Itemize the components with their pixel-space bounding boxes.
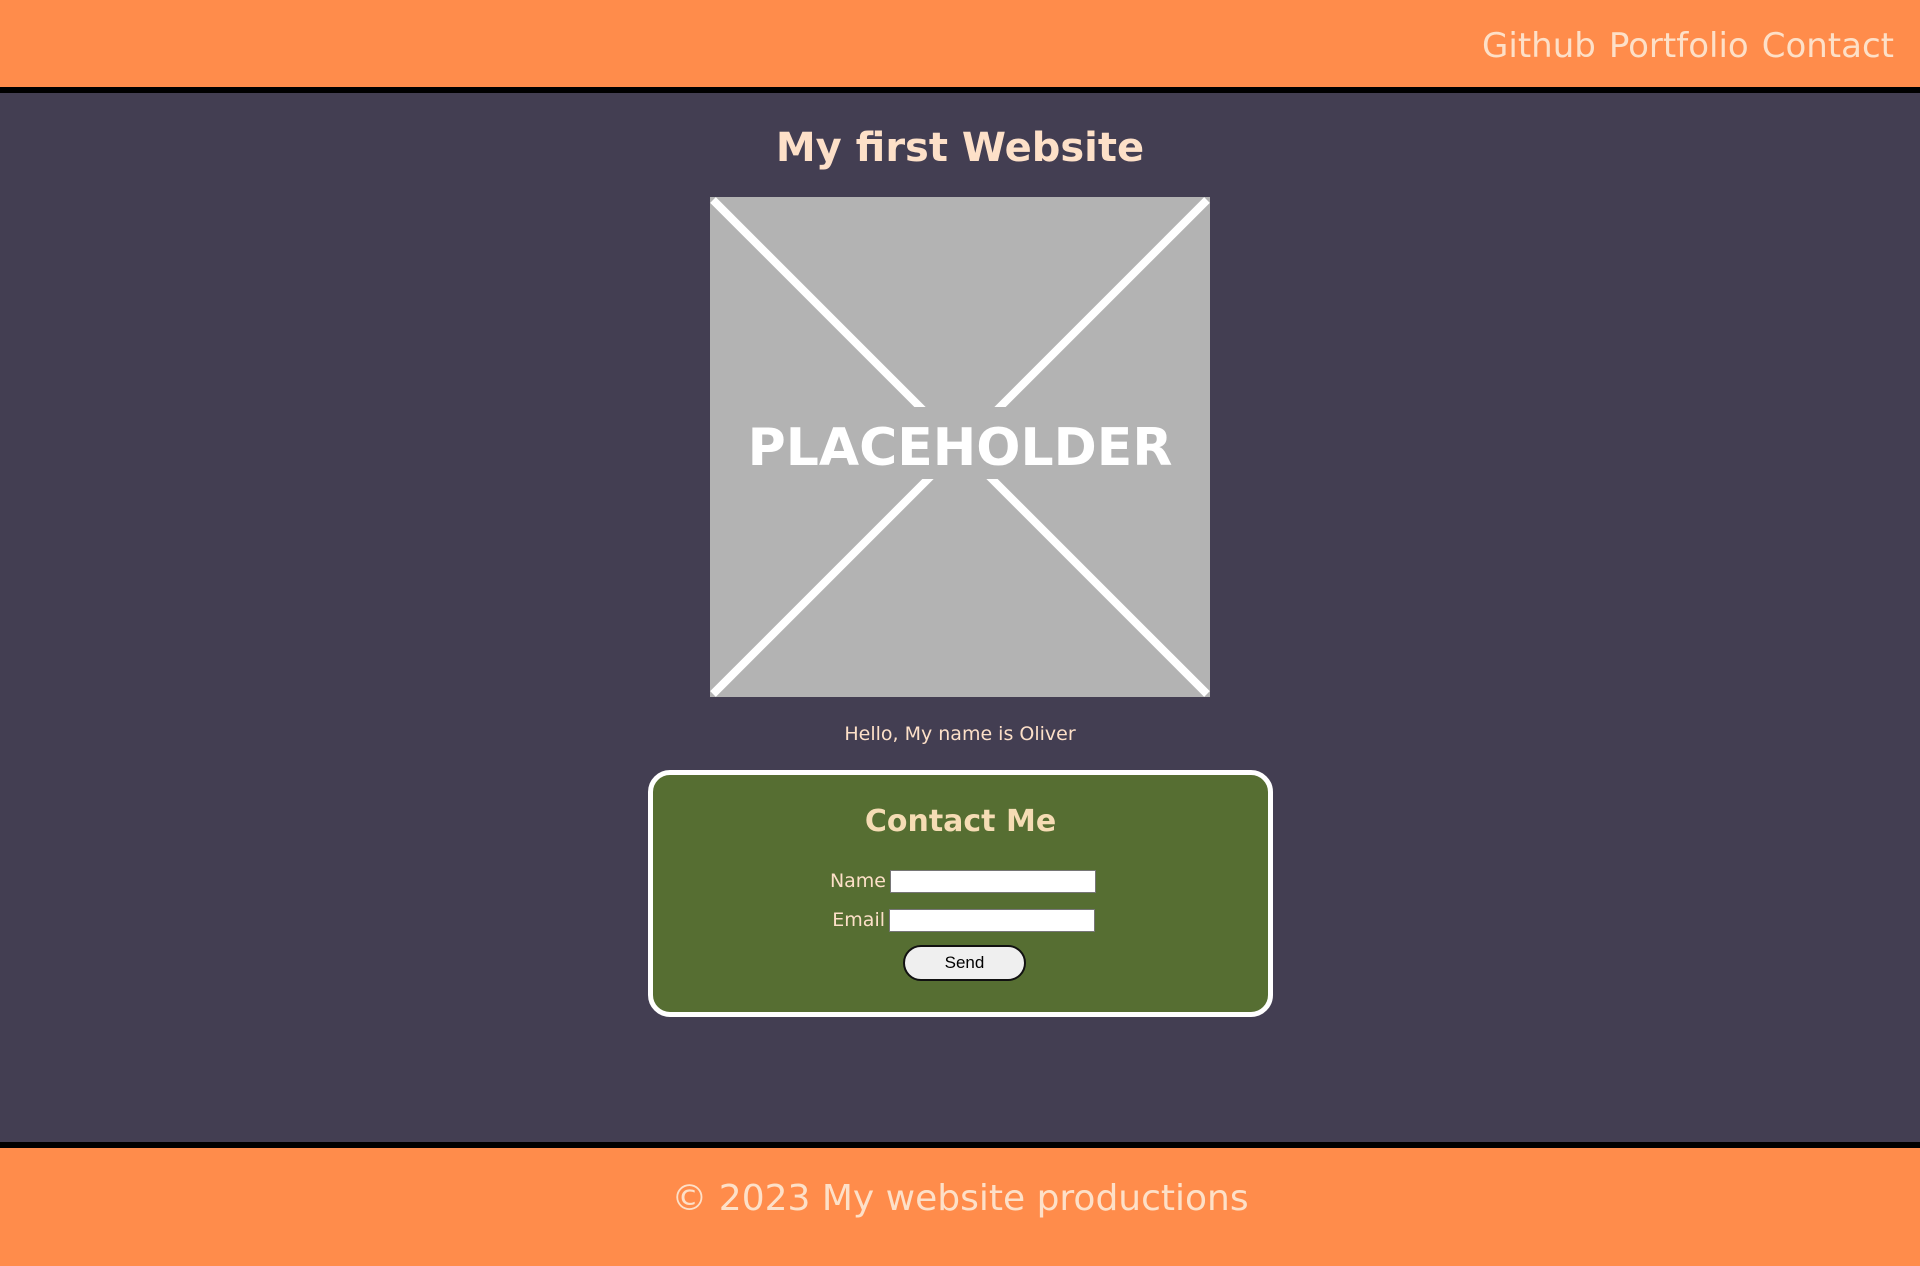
contact-title: Contact Me (864, 804, 1057, 839)
email-input[interactable] (889, 909, 1095, 932)
nav-link-contact[interactable]: Contact (1762, 22, 1894, 70)
copyright-text: © 2023 My website productions (671, 1178, 1249, 1219)
placeholder-image: PLACEHOLDER (710, 197, 1210, 697)
top-nav: Github Portfolio Contact (1482, 22, 1894, 70)
name-label: Name (829, 870, 886, 892)
contact-card: Contact Me Name Email Send (648, 770, 1273, 1017)
name-field-row: Name (653, 868, 1268, 894)
intro-text: Hello, My name is Oliver (844, 723, 1076, 745)
site-footer: © 2023 My website productions (0, 1142, 1920, 1266)
placeholder-label: PLACEHOLDER (748, 418, 1173, 478)
nav-link-portfolio[interactable]: Portfolio (1609, 22, 1749, 70)
site-header: Github Portfolio Contact (0, 0, 1920, 93)
email-field-row: Email (653, 907, 1268, 933)
email-label: Email (832, 909, 885, 931)
send-button[interactable]: Send (903, 945, 1026, 981)
nav-link-github[interactable]: Github (1482, 22, 1596, 70)
placeholder-graphic: PLACEHOLDER (710, 197, 1210, 697)
page-title: My first Website (775, 125, 1145, 171)
name-input[interactable] (890, 870, 1096, 893)
